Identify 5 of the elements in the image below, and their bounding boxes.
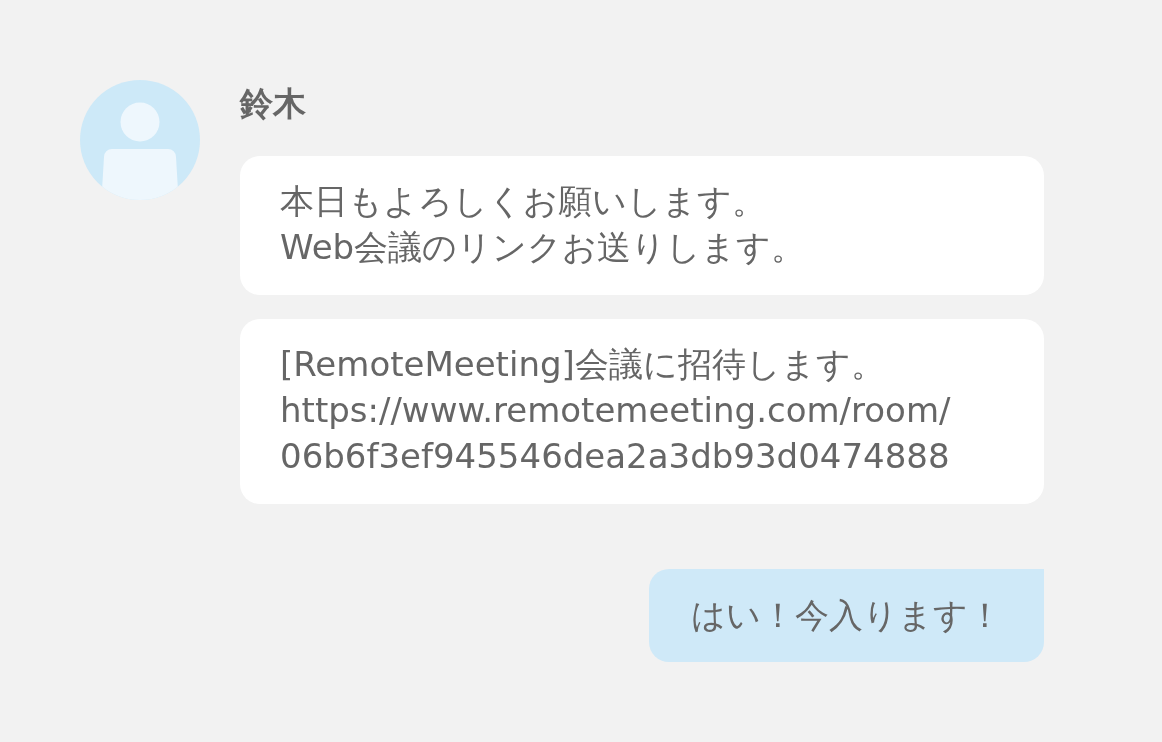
- message-text: はい！今入ります！: [691, 594, 1002, 637]
- message-text: 本日もよろしくお願いします。 Web会議のリンクお送りします。: [280, 180, 807, 269]
- sender-name: 鈴木: [240, 83, 306, 125]
- message-text: [RemoteMeeting]会議に招待します。 https://www.remotemeeting.com/room/ 06b6f3ef945546dea2a3db93d0474888: [280, 343, 952, 478]
- avatar-icon: [80, 80, 200, 200]
